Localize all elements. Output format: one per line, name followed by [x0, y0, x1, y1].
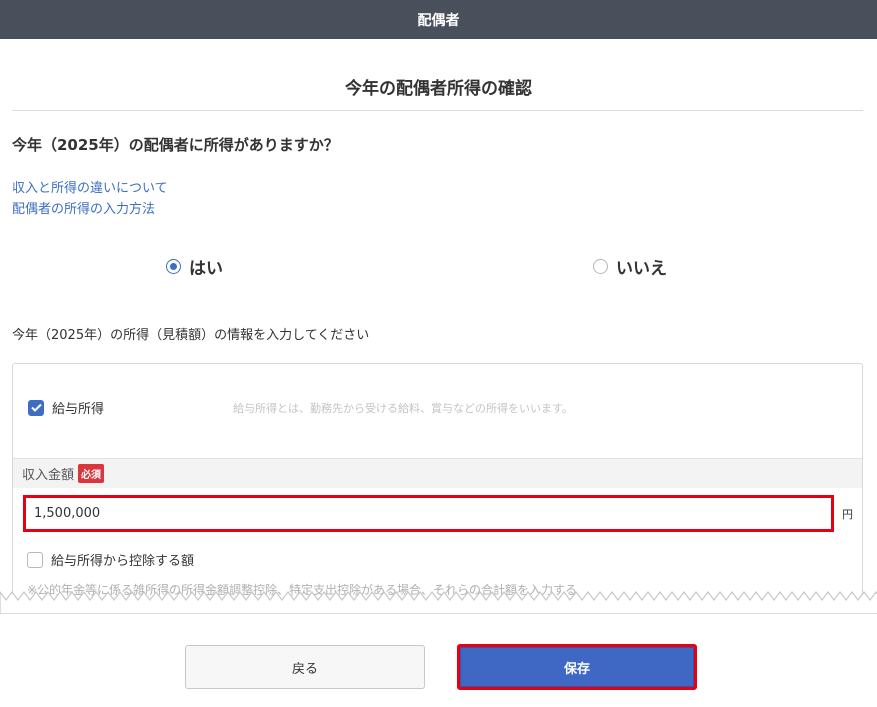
- zigzag-cut-edge: [0, 591, 877, 614]
- spouse-income-howto-link[interactable]: 配偶者の所得の入力方法: [12, 198, 155, 217]
- salary-income-label: 給与所得: [52, 402, 105, 417]
- radio-no-label: いいえ: [616, 259, 667, 279]
- checkmark-icon: [30, 403, 42, 412]
- input-instruction: 今年（2025年）の所得（見積額）の情報を入力してください: [12, 328, 370, 343]
- income-amount-label: 収入金額: [22, 468, 75, 483]
- required-badge: 必須: [78, 464, 105, 483]
- header-bar: 配偶者: [0, 0, 877, 39]
- radio-yes[interactable]: はい: [166, 254, 223, 279]
- page-title: 今年の配偶者所得の確認: [345, 79, 532, 99]
- income-card: 給与所得 給与所得とは、勤務先から受ける給料、賞与などの所得をいいます。 収入金…: [12, 363, 863, 603]
- back-button[interactable]: 戻る: [185, 645, 425, 689]
- income-amount-input[interactable]: [23, 495, 834, 532]
- yen-unit: 円: [842, 508, 853, 521]
- radio-no-indicator[interactable]: [593, 259, 608, 274]
- salary-deduction-row[interactable]: 給与所得から控除する額: [27, 550, 194, 569]
- salary-income-checkbox[interactable]: [28, 399, 44, 416]
- salary-deduction-checkbox[interactable]: [27, 551, 43, 568]
- income-amount-header: 収入金額 必須: [13, 458, 862, 488]
- income-vs-earnings-link[interactable]: 収入と所得の違いについて: [12, 177, 168, 196]
- salary-income-row[interactable]: 給与所得: [28, 398, 104, 417]
- radio-no[interactable]: いいえ: [593, 254, 667, 279]
- radio-yes-indicator[interactable]: [166, 259, 181, 274]
- title-divider: [12, 110, 863, 111]
- header-title: 配偶者: [417, 12, 460, 29]
- income-question: 今年（2025年）の配偶者に所得がありますか？: [12, 136, 339, 154]
- radio-yes-label: はい: [189, 259, 223, 279]
- salary-deduction-label: 給与所得から控除する額: [51, 554, 195, 569]
- salary-income-description: 給与所得とは、勤務先から受ける給料、賞与などの所得をいいます。: [233, 402, 573, 415]
- save-button[interactable]: 保存: [457, 644, 697, 690]
